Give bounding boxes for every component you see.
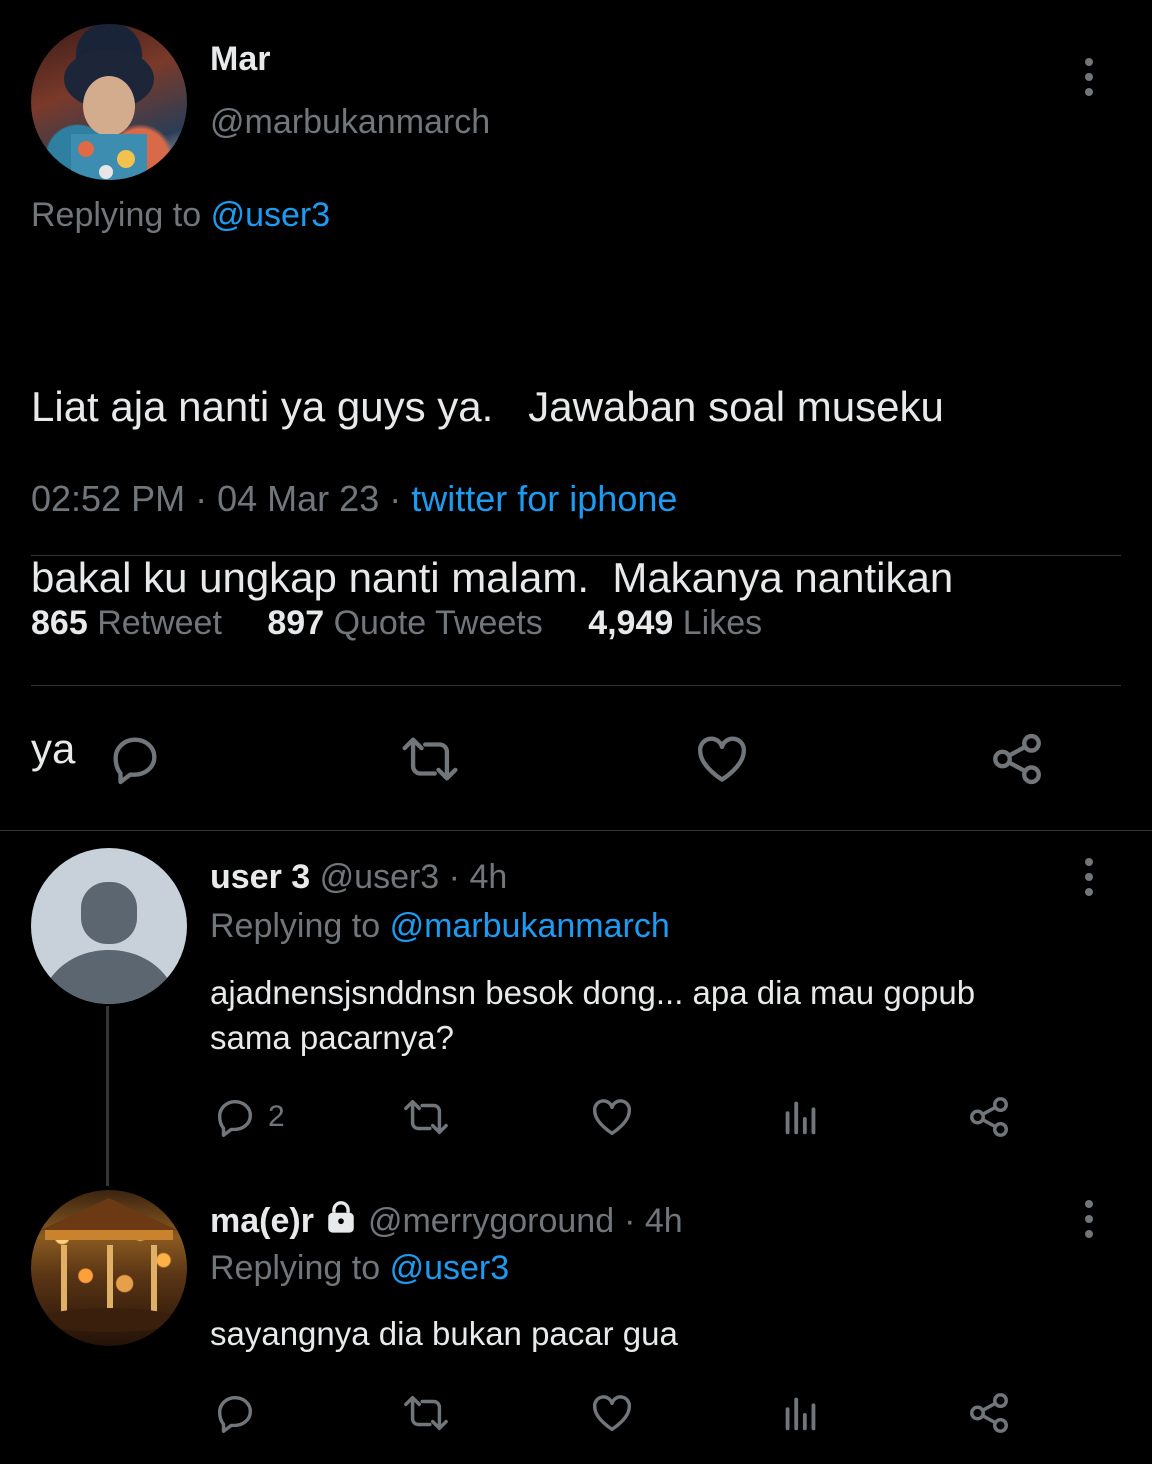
quotes-label: Quote Tweets	[333, 604, 543, 642]
like-icon[interactable]	[588, 1390, 636, 1436]
reply-avatar[interactable]	[31, 1190, 187, 1346]
reply-button[interactable]: 2	[212, 1094, 285, 1140]
likes-count: 4,949	[588, 604, 674, 642]
more-options-icon[interactable]	[1081, 1200, 1097, 1238]
tweet-stats: 865 Retweet 897 Quote Tweets 4,949 Likes	[31, 604, 762, 643]
reply-text: ajadnensjsnddnsn besok dong... apa dia m…	[210, 970, 975, 1060]
reply-display-name[interactable]: user 3	[210, 858, 310, 896]
reply-time[interactable]: · 4h	[449, 858, 508, 896]
replying-prefix: Replying to	[210, 1249, 381, 1287]
tweet-time[interactable]: 02:52 PM	[31, 478, 185, 519]
replying-to-link[interactable]: @user3	[211, 196, 331, 234]
replying-to: Replying to @marbukanmarch	[210, 907, 670, 946]
tweet-meta: 02:52 PM · 04 Mar 23 · twitter for iphon…	[31, 478, 677, 520]
replying-to: Replying to @user3	[210, 1249, 509, 1288]
reply-handle[interactable]: @user3	[320, 858, 440, 896]
tweet-text-line: ya	[31, 725, 76, 772]
reply-display-name[interactable]: ma(e)r	[210, 1202, 314, 1241]
retweet-icon[interactable]	[400, 1094, 452, 1140]
reply-icon[interactable]	[106, 730, 164, 788]
quotes-count: 897	[267, 604, 325, 642]
reply-time[interactable]: · 4h	[624, 1202, 683, 1241]
author-avatar[interactable]	[31, 24, 187, 180]
author-handle[interactable]: @marbukanmarch	[210, 103, 490, 142]
reply-text-line: sayangnya dia bukan pacar gua	[210, 1315, 678, 1352]
reply-handle[interactable]: @merrygoround	[368, 1202, 614, 1241]
divider	[0, 830, 1152, 831]
reply-text: sayangnya dia bukan pacar gua	[210, 1311, 678, 1356]
tweet-date[interactable]: 04 Mar 23	[217, 478, 379, 519]
retweets-stat[interactable]: 865 Retweet	[31, 604, 231, 642]
more-options-icon[interactable]	[1081, 858, 1097, 896]
share-icon[interactable]	[966, 1094, 1012, 1140]
retweet-icon[interactable]	[398, 730, 462, 788]
quotes-stat[interactable]: 897 Quote Tweets	[267, 604, 552, 642]
reply-text-line: sama pacarnya?	[210, 1019, 454, 1056]
reply-avatar[interactable]	[31, 848, 187, 1004]
share-icon[interactable]	[966, 1390, 1012, 1436]
reply-icon	[212, 1094, 258, 1140]
tweet-text-line: Liat aja nanti ya guys ya. Jawaban soal …	[31, 383, 944, 430]
tweet-text: Liat aja nanti ya guys ya. Jawaban soal …	[31, 264, 953, 834]
reply-text-line: ajadnensjsnddnsn besok dong... apa dia m…	[210, 974, 976, 1011]
retweet-icon[interactable]	[400, 1390, 452, 1436]
share-icon[interactable]	[988, 730, 1046, 788]
replying-to-link[interactable]: @marbukanmarch	[390, 907, 670, 945]
thread-connector	[106, 1006, 109, 1186]
tweet-text-line: bakal ku ungkap nanti malam. Makanya nan…	[31, 554, 954, 601]
reply-header: ma(e)r @merrygoround · 4h	[210, 1200, 683, 1243]
tweet-source[interactable]: twitter for iphone	[411, 478, 677, 519]
reply-count: 2	[268, 1100, 285, 1133]
like-icon[interactable]	[692, 730, 752, 788]
views-icon[interactable]	[778, 1094, 824, 1140]
retweets-count: 865	[31, 604, 88, 642]
likes-label: Likes	[682, 604, 763, 642]
author-display-name[interactable]: Mar	[210, 40, 270, 79]
views-icon[interactable]	[778, 1390, 824, 1436]
reply-icon[interactable]	[212, 1390, 258, 1436]
meta-separator: ·	[195, 478, 208, 519]
replying-prefix: Replying to	[210, 907, 381, 945]
divider	[31, 555, 1121, 556]
more-options-icon[interactable]	[1081, 58, 1097, 96]
likes-stat[interactable]: 4,949 Likes	[588, 604, 762, 642]
reply-header: user 3 @user3 · 4h	[210, 858, 507, 897]
replying-prefix: Replying to	[31, 196, 202, 234]
lock-icon	[324, 1200, 358, 1243]
like-icon[interactable]	[588, 1094, 636, 1140]
divider	[31, 685, 1121, 686]
meta-separator: ·	[389, 478, 402, 519]
replying-to: Replying to @user3	[31, 196, 330, 235]
replying-to-link[interactable]: @user3	[390, 1249, 510, 1287]
retweets-label: Retweet	[97, 604, 222, 642]
